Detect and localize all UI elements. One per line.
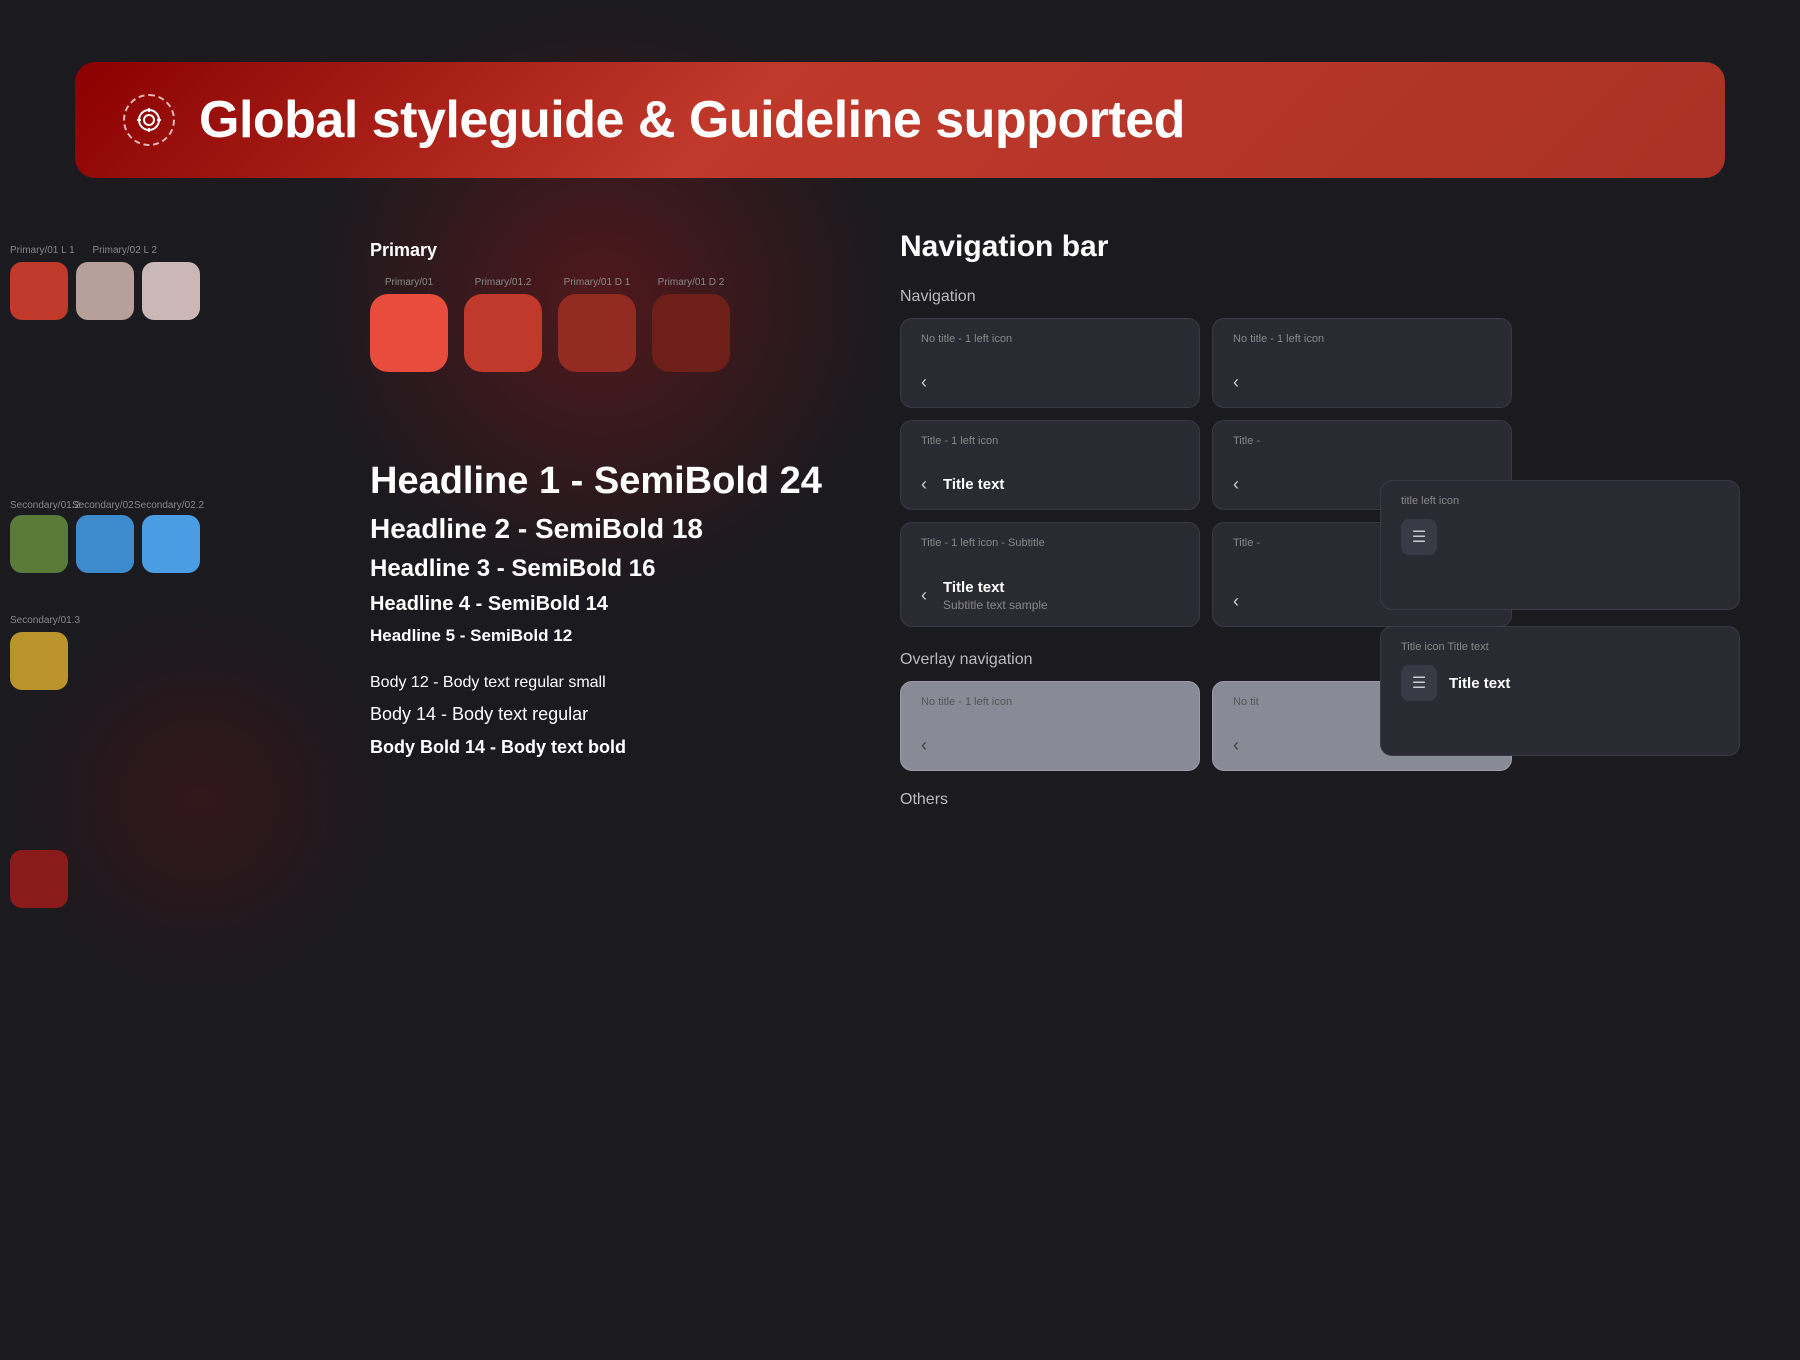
- nav-card-1: No title - 1 left icon ‹: [1212, 318, 1512, 408]
- left-swatch-panel-3: Secondary/01.3: [0, 610, 220, 908]
- right-card-text-2: Title text: [1449, 675, 1510, 692]
- overlay-left-icon-1: ‹: [1233, 735, 1239, 756]
- nav-card-label-4: Title - 1 left icon - Subtitle: [921, 537, 1179, 549]
- others-label: Others: [900, 791, 1600, 809]
- nav-card-title-2: Title text: [943, 476, 1004, 493]
- swatch-primary-l2: [142, 262, 200, 320]
- swatch-green: [10, 515, 68, 573]
- right-card-label-1: title left icon: [1401, 495, 1719, 507]
- overlay-card-label-0: No title - 1 left icon: [921, 696, 1179, 708]
- nav-card-0: No title - 1 left icon ‹: [900, 318, 1200, 408]
- headline1: Headline 1 - SemiBold 24: [370, 460, 822, 503]
- primary-swatch-1: [464, 294, 542, 372]
- nav-card-label-2: Title - 1 left icon: [921, 435, 1179, 447]
- body-bold: Body Bold 14 - Body text bold: [370, 737, 822, 758]
- swatch-label-2a: Secondary/01.2: [10, 500, 68, 511]
- nav-left-icon-4: ‹: [921, 585, 927, 606]
- primary-swatch-item-1: Primary/01.2: [464, 277, 542, 372]
- overlay-card-content-0: ‹: [921, 735, 1179, 756]
- nav-row-1: No title - 1 left icon ‹ No title - 1 le…: [900, 318, 1600, 408]
- nav-card-label-1: No title - 1 left icon: [1233, 333, 1491, 345]
- swatch-label-1b: Primary/01 L 1: [10, 245, 75, 256]
- swatch-label-1c: Primary/02 L 2: [92, 245, 157, 256]
- right-card-label-2: Title icon Title text: [1401, 641, 1719, 653]
- right-card-content-1: ☰: [1401, 519, 1719, 555]
- right-card-2: Title icon Title text ☰ Title text: [1380, 626, 1740, 756]
- right-card-1: title left icon ☰: [1380, 480, 1740, 610]
- nav-card-2: Title - 1 left icon ‹ Title text: [900, 420, 1200, 510]
- primary-swatches-container: Primary/01 Primary/01.2 Primary/01 D 1 P…: [370, 277, 730, 372]
- headline3: Headline 3 - SemiBold 16: [370, 555, 822, 583]
- navigation-label: Navigation: [900, 288, 1600, 306]
- left-swatch-panel-1: Primary/01 L 1 Primary/02 L 2: [0, 240, 220, 336]
- nav-card-content-1: ‹: [1233, 372, 1491, 393]
- right-icon-glyph-2: ☰: [1412, 673, 1426, 693]
- swatch-primary-l1: [76, 262, 134, 320]
- right-panel: title left icon ☰ Title icon Title text …: [1380, 480, 1800, 772]
- swatch-primary-red: [10, 262, 68, 320]
- primary-swatch-item-3: Primary/01 D 2: [652, 277, 730, 372]
- swatch-label-2c: Secondary/02.2: [134, 500, 192, 511]
- typography-section: Headline 1 - SemiBold 24 Headline 2 - Se…: [370, 460, 822, 770]
- nav-card-content-0: ‹: [921, 372, 1179, 393]
- swatch-blue: [76, 515, 134, 573]
- right-card-icon-1: ☰: [1401, 519, 1437, 555]
- nav-card-title-4: Title text: [943, 579, 1048, 596]
- swatch-dark-red: [10, 850, 68, 908]
- primary-swatch-label-1: Primary/01.2: [475, 277, 532, 288]
- header-banner: Global styleguide & Guideline supported: [75, 62, 1725, 178]
- headline5: Headline 5 - SemiBold 12: [370, 626, 822, 646]
- nav-left-icon-0: ‹: [921, 372, 927, 393]
- primary-swatch-label-3: Primary/01 D 2: [658, 277, 725, 288]
- nav-left-icon-5: ‹: [1233, 591, 1239, 612]
- primary-swatch-0: [370, 294, 448, 372]
- headline2: Headline 2 - SemiBold 18: [370, 513, 822, 545]
- nav-left-icon-3: ‹: [1233, 474, 1239, 495]
- nav-card-4: Title - 1 left icon - Subtitle ‹ Title t…: [900, 522, 1200, 627]
- overlay-card-0: No title - 1 left icon ‹: [900, 681, 1200, 771]
- nav-card-content-2: ‹ Title text: [921, 474, 1179, 495]
- nav-left-icon-1: ‹: [1233, 372, 1239, 393]
- primary-swatch-3: [652, 294, 730, 372]
- swatch-label-3a: Secondary/01.3: [10, 615, 80, 626]
- body-small: Body 12 - Body text regular small: [370, 674, 822, 692]
- nav-card-content-4: ‹ Title text Subtitle text sample: [921, 579, 1179, 612]
- right-card-content-2: ☰ Title text: [1401, 665, 1719, 701]
- primary-swatch-item-0: Primary/01: [370, 277, 448, 372]
- swatch-blue-light: [142, 515, 200, 573]
- right-card-icon-2: ☰: [1401, 665, 1437, 701]
- nav-card-label-0: No title - 1 left icon: [921, 333, 1179, 345]
- nav-card-subtitle-4: Subtitle text sample: [943, 598, 1048, 612]
- primary-section-title: Primary: [370, 240, 730, 261]
- swatch-label-2b: Secondary/02: [72, 500, 130, 511]
- nav-section-title: Navigation bar: [900, 230, 1600, 264]
- header-icon: [123, 94, 175, 146]
- primary-swatch-2: [558, 294, 636, 372]
- primary-swatch-label-0: Primary/01: [385, 277, 433, 288]
- right-icon-glyph-1: ☰: [1412, 527, 1426, 547]
- nav-left-icon-2: ‹: [921, 474, 927, 495]
- primary-color-section: Primary Primary/01 Primary/01.2 Primary/…: [370, 240, 730, 372]
- primary-swatch-item-2: Primary/01 D 1: [558, 277, 636, 372]
- swatch-gold: [10, 632, 68, 690]
- target-icon: [135, 106, 163, 134]
- primary-swatch-label-2: Primary/01 D 1: [564, 277, 631, 288]
- nav-card-text-block-4: Title text Subtitle text sample: [943, 579, 1048, 612]
- overlay-left-icon-0: ‹: [921, 735, 927, 756]
- body-regular: Body 14 - Body text regular: [370, 704, 822, 725]
- headline4: Headline 4 - SemiBold 14: [370, 593, 822, 616]
- nav-card-label-3: Title -: [1233, 435, 1491, 447]
- left-swatch-panel-2: Secondary/01.2 Secondary/02 Secondary/02…: [0, 500, 220, 589]
- header-title: Global styleguide & Guideline supported: [199, 90, 1185, 150]
